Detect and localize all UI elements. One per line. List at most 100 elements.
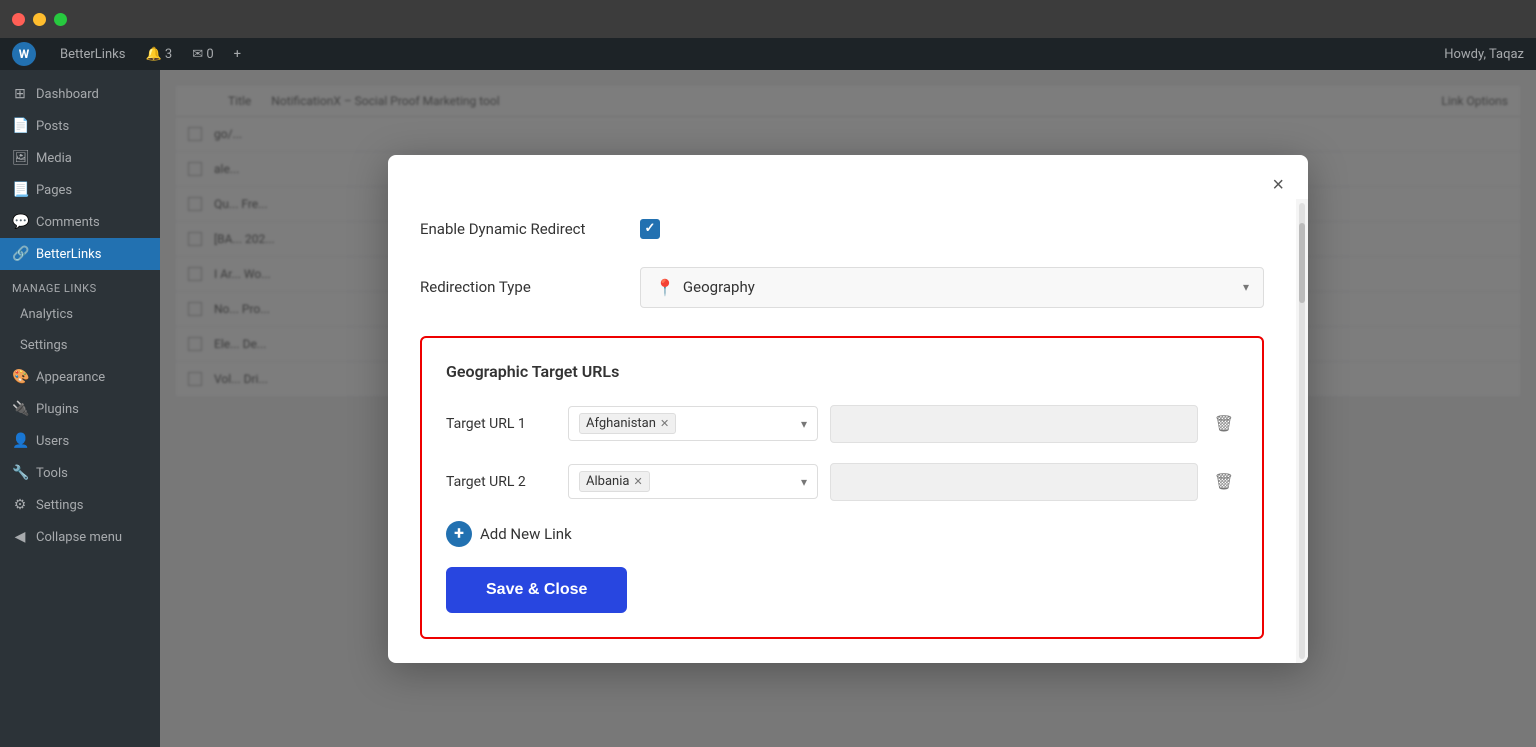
sidebar-item-users[interactable]: 👤 Users bbox=[0, 425, 160, 457]
afghanistan-tag: Afghanistan ✕ bbox=[579, 413, 676, 434]
geo-target-section: Geographic Target URLs Target URL 1 Afgh… bbox=[420, 336, 1264, 639]
admin-bar-notifications[interactable]: 🔔 3 bbox=[137, 47, 180, 62]
sidebar-label-plugins: Plugins bbox=[36, 402, 79, 417]
target-url-1-input[interactable] bbox=[830, 405, 1198, 443]
modal-dialog: × Enable Dynamic Redirect bbox=[388, 155, 1308, 663]
target-url-1-row: Target URL 1 Afghanistan ✕ bbox=[446, 405, 1238, 443]
sidebar-item-collapse[interactable]: ◀ Collapse menu bbox=[0, 521, 160, 553]
modal-content-area: Enable Dynamic Redirect Redirection Type bbox=[388, 199, 1308, 663]
target-url-2-delete-button[interactable]: 🗑 bbox=[1210, 468, 1238, 496]
sidebar-label-appearance: Appearance bbox=[36, 370, 105, 385]
media-icon: 🖼 bbox=[12, 150, 28, 166]
sidebar-label-analytics: Analytics bbox=[20, 307, 73, 322]
modal-close-button[interactable]: × bbox=[1268, 171, 1288, 199]
mac-minimize-button[interactable] bbox=[33, 13, 46, 26]
redirection-type-value: 📍 Geography bbox=[655, 278, 755, 297]
target-url-1-delete-button[interactable]: 🗑 bbox=[1210, 410, 1238, 438]
enable-dynamic-redirect-row: Enable Dynamic Redirect bbox=[420, 219, 1264, 239]
target-url-1-country-select[interactable]: Afghanistan ✕ ▾ bbox=[568, 406, 818, 441]
enable-dynamic-redirect-control bbox=[640, 219, 1264, 239]
wp-sidebar: ⊞ Dashboard 📄 Posts 🖼 Media 📃 Pages 💬 Co… bbox=[0, 70, 160, 747]
sidebar-label-posts: Posts bbox=[36, 119, 69, 134]
albania-tag: Albania ✕ bbox=[579, 471, 650, 492]
albania-tag-label: Albania bbox=[586, 474, 629, 489]
sidebar-item-tools[interactable]: 🔧 Tools bbox=[0, 457, 160, 489]
tools-icon: 🔧 bbox=[12, 465, 28, 481]
target-url-2-input[interactable] bbox=[830, 463, 1198, 501]
sidebar-item-betterlinks[interactable]: 🔗 BetterLinks bbox=[0, 238, 160, 270]
sidebar-item-plugins[interactable]: 🔌 Plugins bbox=[0, 393, 160, 425]
target-url-2-row: Target URL 2 Albania ✕ ▾ bbox=[446, 463, 1238, 501]
add-new-link-label: Add New Link bbox=[480, 525, 572, 543]
add-new-link-row[interactable]: + Add New Link bbox=[446, 521, 1238, 547]
admin-bar-betterlinks[interactable]: BetterLinks bbox=[52, 47, 133, 62]
target-url-2-country-select[interactable]: Albania ✕ ▾ bbox=[568, 464, 818, 499]
wp-body: ⊞ Dashboard 📄 Posts 🖼 Media 📃 Pages 💬 Co… bbox=[0, 70, 1536, 747]
sidebar-label-betterlinks: BetterLinks bbox=[36, 247, 101, 262]
sidebar-label-settings: Settings bbox=[36, 498, 83, 513]
sidebar-item-posts[interactable]: 📄 Posts bbox=[0, 110, 160, 142]
sidebar-item-media[interactable]: 🖼 Media bbox=[0, 142, 160, 174]
wp-wrapper: W BetterLinks 🔔 3 ✉ 0 + Howdy, Taqaz ⊞ D… bbox=[0, 38, 1536, 747]
dashboard-icon: ⊞ bbox=[12, 86, 28, 102]
modal-overlay: × Enable Dynamic Redirect bbox=[160, 70, 1536, 747]
sidebar-item-settings[interactable]: ⚙ Settings bbox=[0, 489, 160, 521]
modal-scroll-thumb[interactable] bbox=[1299, 223, 1305, 303]
pages-icon: 📃 bbox=[12, 182, 28, 198]
settings-icon: ⚙ bbox=[12, 497, 28, 513]
sidebar-item-comments[interactable]: 💬 Comments bbox=[0, 206, 160, 238]
enable-dynamic-redirect-checkbox[interactable] bbox=[640, 219, 660, 239]
sidebar-label-dashboard: Dashboard bbox=[36, 87, 99, 102]
target-url-2-label: Target URL 2 bbox=[446, 474, 556, 490]
sidebar-item-appearance[interactable]: 🎨 Appearance bbox=[0, 361, 160, 393]
target-url-2-chevron: ▾ bbox=[801, 475, 807, 489]
mac-maximize-button[interactable] bbox=[54, 13, 67, 26]
redirection-type-text: Geography bbox=[683, 278, 755, 296]
users-icon: 👤 bbox=[12, 433, 28, 449]
albania-tag-remove[interactable]: ✕ bbox=[633, 476, 642, 487]
wp-admin-bar: W BetterLinks 🔔 3 ✉ 0 + Howdy, Taqaz bbox=[0, 38, 1536, 70]
sidebar-label-users: Users bbox=[36, 434, 69, 449]
sidebar-label-media: Media bbox=[36, 151, 72, 166]
wp-main: Title NotificationX – Social Proof Marke… bbox=[160, 70, 1536, 747]
add-new-link-icon: + bbox=[446, 521, 472, 547]
admin-bar-greeting: Howdy, Taqaz bbox=[1444, 47, 1524, 62]
comments-icon: 💬 bbox=[12, 214, 28, 230]
sidebar-label-settings-sub: Settings bbox=[20, 338, 67, 353]
admin-bar-messages[interactable]: ✉ 0 bbox=[184, 47, 221, 62]
chevron-down-icon: ▾ bbox=[1243, 280, 1249, 294]
sidebar-label-comments: Comments bbox=[36, 215, 100, 230]
sidebar-section-manage-links: Manage Links bbox=[0, 270, 160, 299]
admin-bar-add[interactable]: + bbox=[226, 47, 249, 62]
mac-close-button[interactable] bbox=[12, 13, 25, 26]
sidebar-label-pages: Pages bbox=[36, 183, 72, 198]
sidebar-item-pages[interactable]: 📃 Pages bbox=[0, 174, 160, 206]
posts-icon: 📄 bbox=[12, 118, 28, 134]
modal-body: Enable Dynamic Redirect Redirection Type bbox=[388, 199, 1296, 663]
redirection-type-select[interactable]: 📍 Geography ▾ bbox=[640, 267, 1264, 308]
sidebar-label-collapse: Collapse menu bbox=[36, 530, 122, 545]
modal-scroll-track bbox=[1299, 203, 1305, 659]
afghanistan-tag-remove[interactable]: ✕ bbox=[660, 418, 669, 429]
geo-target-title: Geographic Target URLs bbox=[446, 362, 1238, 381]
sidebar-item-settings-sub[interactable]: Settings bbox=[0, 330, 160, 361]
betterlinks-icon: 🔗 bbox=[12, 246, 28, 262]
modal-scrollbar[interactable] bbox=[1296, 199, 1308, 663]
redirection-type-label: Redirection Type bbox=[420, 278, 620, 296]
sidebar-item-analytics[interactable]: Analytics bbox=[0, 299, 160, 330]
target-url-2-tags: Albania ✕ bbox=[579, 471, 650, 492]
target-url-1-tags: Afghanistan ✕ bbox=[579, 413, 676, 434]
target-url-1-label: Target URL 1 bbox=[446, 416, 556, 432]
appearance-icon: 🎨 bbox=[12, 369, 28, 385]
target-url-1-chevron: ▾ bbox=[801, 417, 807, 431]
redirection-type-row: Redirection Type 📍 Geography ▾ bbox=[420, 267, 1264, 308]
collapse-icon: ◀ bbox=[12, 529, 28, 545]
mac-titlebar bbox=[0, 0, 1536, 38]
geography-icon: 📍 bbox=[655, 278, 675, 297]
redirection-type-control: 📍 Geography ▾ bbox=[640, 267, 1264, 308]
sidebar-item-dashboard[interactable]: ⊞ Dashboard bbox=[0, 78, 160, 110]
admin-bar-items: BetterLinks 🔔 3 ✉ 0 + bbox=[52, 47, 249, 62]
save-close-button[interactable]: Save & Close bbox=[446, 567, 627, 613]
sidebar-label-tools: Tools bbox=[36, 466, 68, 481]
afghanistan-tag-label: Afghanistan bbox=[586, 416, 656, 431]
